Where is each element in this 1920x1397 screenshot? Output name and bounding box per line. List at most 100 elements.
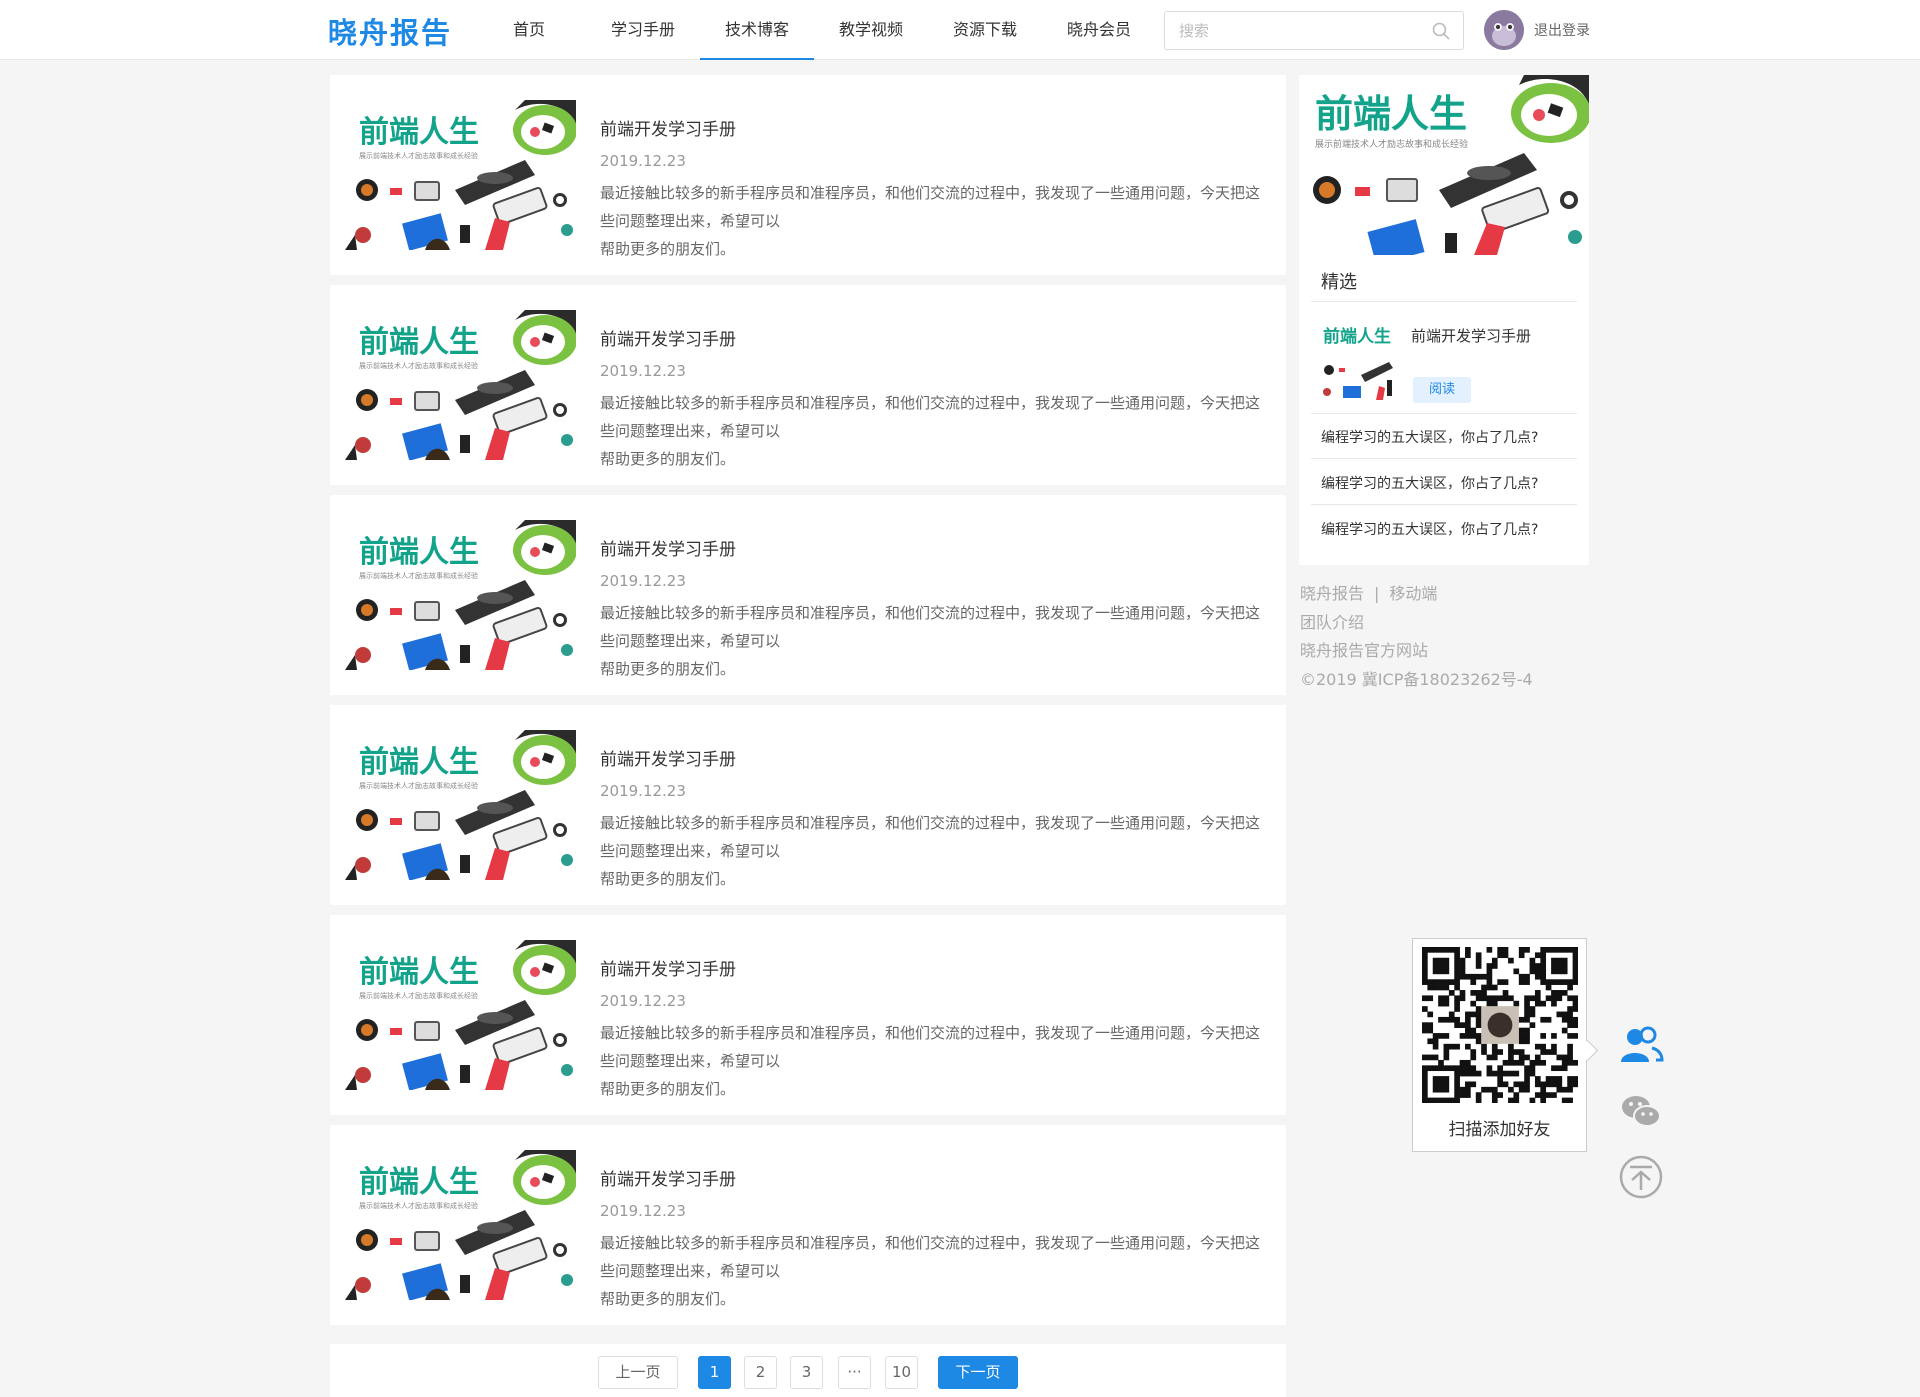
divider (1311, 301, 1577, 302)
site-logo[interactable]: 晓舟报告 (328, 10, 452, 52)
nav-download[interactable]: 资源下载 (928, 0, 1042, 60)
search-icon[interactable] (1431, 21, 1451, 41)
divider (1311, 413, 1577, 414)
footer-link-official[interactable]: 晓舟报告官方网站 (1300, 637, 1533, 666)
nav-video[interactable]: 教学视频 (814, 0, 928, 60)
footer-separator: | (1374, 584, 1380, 603)
featured-thumbnail-image: 前端人生 (1321, 320, 1395, 400)
article-date: 2019.12.23 (600, 992, 686, 1010)
featured-thumbnail[interactable]: 前端人生 (1321, 320, 1395, 400)
article-excerpt-line: 帮助更多的朋友们。 (600, 870, 736, 888)
sidebar-featured-card: 前端人生 展示前端技术人才励志故事和成长经验 精选 前端人生 前端开发学习手册 … (1299, 75, 1591, 565)
page-button-10[interactable]: 10 (885, 1356, 918, 1389)
contacts-icon[interactable] (1618, 1022, 1664, 1068)
read-button[interactable]: 阅读 (1413, 377, 1471, 403)
thumbnail-brand-text: 前端人生 (359, 955, 479, 990)
nav-manual[interactable]: 学习手册 (586, 0, 700, 60)
footer-copyright: ©2019 冀ICP备18023262号-4 (1300, 669, 1533, 689)
article-title[interactable]: 前端开发学习手册 (600, 325, 736, 350)
thumbnail-brand-text: 前端人生 (359, 1165, 479, 1200)
article-thumbnail: 前端人生 展示前端技术人才励志故事和成长经验 (345, 1150, 577, 1301)
article-title[interactable]: 前端开发学习手册 (600, 535, 736, 560)
search-box (1164, 11, 1464, 50)
article-thumbnail-link[interactable]: 前端人生 展示前端技术人才励志故事和成长经验 (345, 940, 577, 1091)
nav-home[interactable]: 首页 (472, 0, 586, 60)
sidebar-link[interactable]: 编程学习的五大误区，你占了几点? (1321, 427, 1538, 447)
article-card[interactable]: 前端人生 展示前端技术人才励志故事和成长经验 前端开发学习手册 2019.12.2… (330, 75, 1286, 275)
thumbnail-tagline-text: 展示前端技术人才励志故事和成长经验 (359, 991, 478, 1000)
article-excerpt: 最近接触比较多的新手程序员和准程序员，和他们交流的过程中，我发现了一些通用问题，… (600, 1019, 1270, 1103)
logout-link[interactable]: 退出登录 (1534, 20, 1590, 40)
article-title[interactable]: 前端开发学习手册 (600, 1165, 736, 1190)
wechat-icon[interactable] (1618, 1088, 1664, 1134)
article-date: 2019.12.23 (600, 782, 686, 800)
nav-blog[interactable]: 技术博客 (700, 0, 814, 60)
article-excerpt-line: 帮助更多的朋友们。 (600, 1080, 736, 1098)
qr-popup: 扫描添加好友 (1412, 938, 1587, 1152)
sidebar-link[interactable]: 编程学习的五大误区，你占了几点? (1321, 473, 1538, 493)
search-input[interactable] (1165, 12, 1415, 49)
avatar-image (1484, 10, 1524, 50)
article-excerpt: 最近接触比较多的新手程序员和准程序员，和他们交流的过程中，我发现了一些通用问题，… (600, 1229, 1270, 1313)
page-button-3[interactable]: 3 (790, 1356, 823, 1389)
article-excerpt: 最近接触比较多的新手程序员和准程序员，和他们交流的过程中，我发现了一些通用问题，… (600, 599, 1270, 683)
article-thumbnail: 前端人生 展示前端技术人才励志故事和成长经验 (345, 730, 577, 881)
article-thumbnail-link[interactable]: 前端人生 展示前端技术人才励志故事和成长经验 (345, 520, 577, 671)
sidebar-banner[interactable]: 前端人生 展示前端技术人才励志故事和成长经验 (1299, 75, 1591, 265)
sidebar-heading: 精选 (1321, 272, 1357, 293)
thumbnail-tagline-text: 展示前端技术人才励志故事和成长经验 (359, 361, 478, 370)
page-button-2[interactable]: 2 (744, 1356, 777, 1389)
article-excerpt-line: 最近接触比较多的新手程序员和准程序员，和他们交流的过程中，我发现了一些通用问题，… (600, 1234, 1261, 1280)
article-thumbnail: 前端人生 展示前端技术人才励志故事和成长经验 (345, 100, 577, 251)
article-thumbnail-link[interactable]: 前端人生 展示前端技术人才励志故事和成长经验 (345, 310, 577, 461)
article-thumbnail-link[interactable]: 前端人生 展示前端技术人才励志故事和成长经验 (345, 730, 577, 881)
thumbnail-brand-text: 前端人生 (359, 745, 479, 780)
article-excerpt-line: 最近接触比较多的新手程序员和准程序员，和他们交流的过程中，我发现了一些通用问题，… (600, 394, 1261, 440)
sidebar-banner-image: 前端人生 展示前端技术人才励志故事和成长经验 (1299, 75, 1591, 265)
footer-link-team[interactable]: 团队介绍 (1300, 609, 1533, 638)
next-page-button[interactable]: 下一页 (938, 1356, 1018, 1389)
article-thumbnail: 前端人生 展示前端技术人才励志故事和成长经验 (345, 310, 577, 461)
article-card[interactable]: 前端人生 展示前端技术人才励志故事和成长经验 前端开发学习手册 2019.12.2… (330, 285, 1286, 485)
footer-link-home[interactable]: 晓舟报告 (1300, 584, 1364, 603)
article-excerpt: 最近接触比较多的新手程序员和准程序员，和他们交流的过程中，我发现了一些通用问题，… (600, 389, 1270, 473)
article-title[interactable]: 前端开发学习手册 (600, 745, 736, 770)
article-card[interactable]: 前端人生 展示前端技术人才励志故事和成长经验 前端开发学习手册 2019.12.2… (330, 1125, 1286, 1325)
featured-title[interactable]: 前端开发学习手册 (1411, 325, 1531, 346)
article-thumbnail-link[interactable]: 前端人生 展示前端技术人才励志故事和成长经验 (345, 100, 577, 251)
article-excerpt-line: 帮助更多的朋友们。 (600, 240, 736, 258)
banner-brand-text: 前端人生 (1323, 326, 1391, 347)
article-date: 2019.12.23 (600, 362, 686, 380)
prev-page-button[interactable]: 上一页 (598, 1356, 678, 1389)
thumbnail-tagline-text: 展示前端技术人才励志故事和成长经验 (359, 571, 478, 580)
article-card[interactable]: 前端人生 展示前端技术人才励志故事和成长经验 前端开发学习手册 2019.12.2… (330, 705, 1286, 905)
thumbnail-tagline-text: 展示前端技术人才励志故事和成长经验 (359, 1201, 478, 1210)
article-excerpt-line: 最近接触比较多的新手程序员和准程序员，和他们交流的过程中，我发现了一些通用问题，… (600, 814, 1261, 860)
footer-link-mobile[interactable]: 移动端 (1389, 584, 1437, 603)
avatar[interactable] (1484, 10, 1524, 50)
article-thumbnail: 前端人生 展示前端技术人才励志故事和成长经验 (345, 520, 577, 671)
article-title[interactable]: 前端开发学习手册 (600, 115, 736, 140)
article-thumbnail-link[interactable]: 前端人生 展示前端技术人才励志故事和成长经验 (345, 1150, 577, 1301)
banner-tagline-text: 展示前端技术人才励志故事和成长经验 (1315, 138, 1468, 150)
article-excerpt: 最近接触比较多的新手程序员和准程序员，和他们交流的过程中，我发现了一些通用问题，… (600, 809, 1270, 893)
back-to-top-icon[interactable] (1618, 1154, 1664, 1200)
article-thumbnail: 前端人生 展示前端技术人才励志故事和成长经验 (345, 940, 577, 1091)
thumbnail-brand-text: 前端人生 (359, 535, 479, 570)
article-card[interactable]: 前端人生 展示前端技术人才励志故事和成长经验 前端开发学习手册 2019.12.2… (330, 915, 1286, 1115)
article-card[interactable]: 前端人生 展示前端技术人才励志故事和成长经验 前端开发学习手册 2019.12.2… (330, 495, 1286, 695)
qr-code-image (1422, 947, 1578, 1103)
thumbnail-tagline-text: 展示前端技术人才励志故事和成长经验 (359, 151, 478, 160)
article-excerpt-line: 最近接触比较多的新手程序员和准程序员，和他们交流的过程中，我发现了一些通用问题，… (600, 184, 1261, 230)
article-date: 2019.12.23 (600, 1202, 686, 1220)
thumbnail-brand-text: 前端人生 (359, 115, 479, 150)
page-button-1[interactable]: 1 (698, 1356, 731, 1389)
thumbnail-tagline-text: 展示前端技术人才励志故事和成长经验 (359, 781, 478, 790)
sidebar-link[interactable]: 编程学习的五大误区，你占了几点? (1321, 519, 1538, 539)
sidebar-footer: 晓舟报告 | 移动端 团队介绍 晓舟报告官方网站 ©2019 冀ICP备180232… (1300, 580, 1533, 694)
divider (1311, 458, 1577, 459)
article-excerpt-line: 最近接触比较多的新手程序员和准程序员，和他们交流的过程中，我发现了一些通用问题，… (600, 604, 1261, 650)
article-title[interactable]: 前端开发学习手册 (600, 955, 736, 980)
banner-brand-text: 前端人生 (1315, 92, 1467, 136)
nav-member[interactable]: 晓舟会员 (1042, 0, 1156, 60)
